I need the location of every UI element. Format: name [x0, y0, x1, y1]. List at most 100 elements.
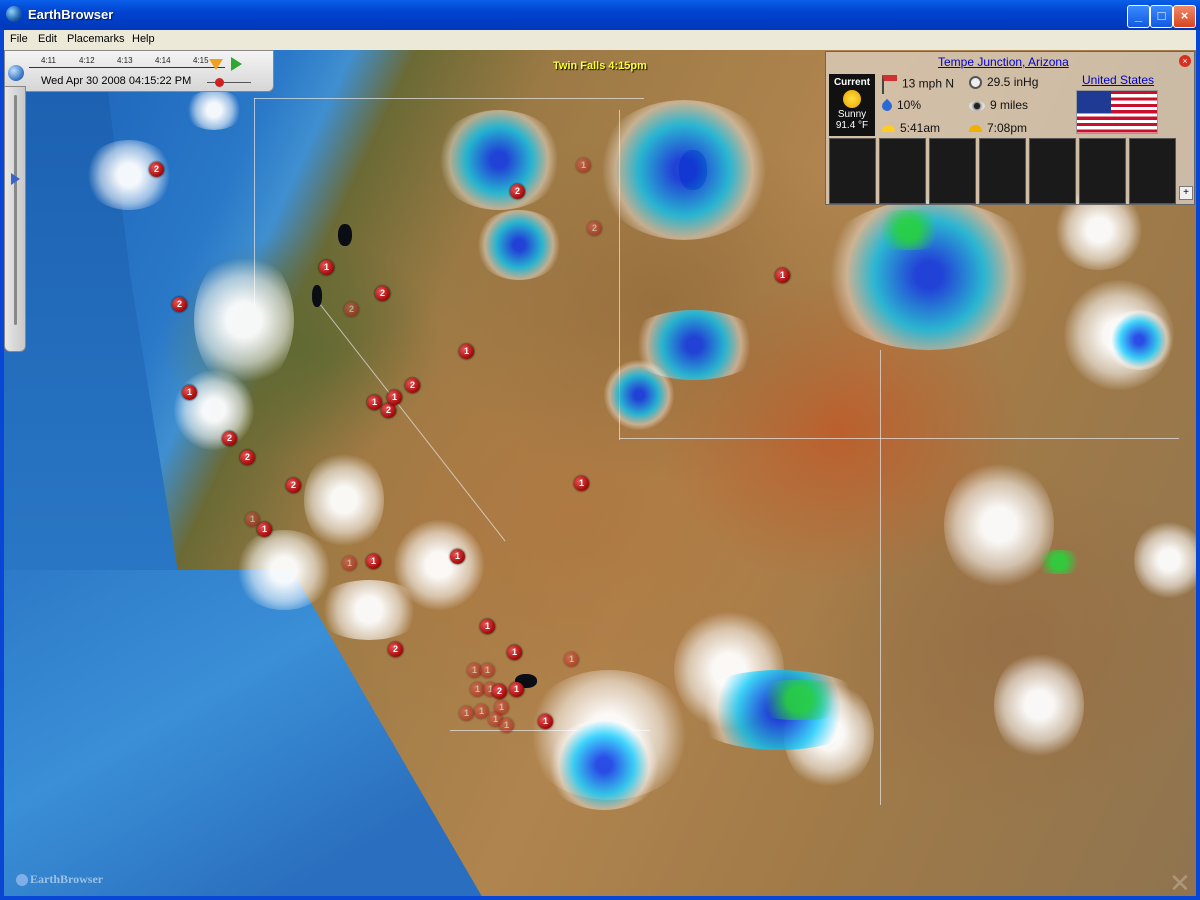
maximize-button[interactable]: □ — [1150, 5, 1173, 28]
us-flag-icon — [1076, 90, 1158, 134]
speed-slider[interactable] — [207, 82, 251, 83]
placemark-marker[interactable]: 2 — [388, 642, 403, 657]
time-tick: 4:11 — [41, 56, 56, 65]
globe-icon — [16, 874, 28, 887]
placemark-marker[interactable]: 1 — [538, 714, 553, 729]
placemark-marker[interactable]: 1 — [450, 549, 465, 564]
time-tick: 4:15 — [193, 56, 209, 65]
radar-precipitation — [544, 720, 664, 810]
placemark-marker[interactable]: 1 — [459, 706, 474, 721]
close-overlay-icon[interactable]: ✕ — [1169, 868, 1191, 896]
humidity-value: 10% — [897, 98, 922, 112]
weather-panel: Tempe Junction, Arizona United States × … — [825, 51, 1195, 205]
zoom-rail — [4, 86, 26, 352]
placemark-marker[interactable]: 1 — [574, 476, 589, 491]
zoom-thumb[interactable] — [11, 173, 20, 185]
window-title: EarthBrowser — [28, 7, 114, 22]
radar-rain-green — [1034, 550, 1084, 574]
state-border — [619, 438, 1179, 439]
sunrise-icon — [882, 125, 895, 133]
placemark-marker[interactable]: 1 — [507, 645, 522, 660]
placemark-marker[interactable]: 1 — [509, 682, 524, 697]
placemark-marker[interactable]: 1 — [480, 619, 495, 634]
placemark-marker[interactable]: 1 — [499, 718, 514, 733]
placemark-marker[interactable]: 2 — [510, 184, 525, 199]
radar-precipitation — [434, 110, 564, 210]
navigation-globe-icon[interactable] — [8, 65, 24, 81]
placemark-marker[interactable]: 2 — [492, 684, 507, 699]
sunset-value: 7:08pm — [987, 121, 1028, 135]
current-datetime: Wed Apr 30 2008 04:15:22 PM — [41, 75, 192, 87]
menu-help[interactable]: Help — [132, 33, 155, 45]
state-border — [880, 350, 881, 805]
zoom-track[interactable] — [14, 95, 17, 325]
forecast-day-slot[interactable] — [1029, 138, 1076, 204]
condition-text: Sunny — [837, 109, 867, 120]
placemark-marker[interactable]: 1 — [257, 522, 272, 537]
placemark-marker[interactable]: 1 — [342, 556, 357, 571]
title-bar: EarthBrowser _ □ × — [0, 0, 1200, 30]
cloud-cover — [394, 520, 484, 610]
weather-close-icon[interactable]: × — [1179, 55, 1191, 67]
window-frame — [0, 896, 1200, 900]
wind-value: 13 mph N — [902, 76, 955, 91]
placemark-marker[interactable]: 1 — [564, 652, 579, 667]
placemark-marker[interactable]: 2 — [587, 221, 602, 236]
placemark-marker[interactable]: 1 — [480, 663, 495, 678]
placemark-marker[interactable]: 1 — [494, 700, 509, 715]
play-button[interactable] — [231, 57, 242, 71]
cloud-cover — [174, 370, 254, 450]
time-ruler[interactable] — [29, 67, 225, 68]
menu-edit[interactable]: Edit — [38, 33, 57, 45]
forecast-day-slot[interactable] — [1079, 138, 1126, 204]
placemark-marker[interactable]: 2 — [222, 431, 237, 446]
placemark-marker[interactable]: 1 — [367, 395, 382, 410]
close-button[interactable]: × — [1173, 5, 1196, 28]
placemark-marker[interactable]: 2 — [149, 162, 164, 177]
expand-panel-button[interactable]: + — [1179, 186, 1193, 200]
forecast-day-slot[interactable] — [879, 138, 926, 204]
wind-flag-icon — [882, 75, 897, 94]
city-time-label[interactable]: Twin Falls 4:15pm — [553, 60, 647, 72]
time-cursor-icon[interactable] — [209, 59, 223, 70]
menu-placemarks[interactable]: Placemarks — [67, 33, 124, 45]
placemark-marker[interactable]: 2 — [375, 286, 390, 301]
placemark-marker[interactable]: 1 — [387, 390, 402, 405]
minimize-button[interactable]: _ — [1127, 5, 1150, 28]
speed-slider-thumb[interactable] — [215, 78, 224, 87]
placemark-marker[interactable]: 1 — [775, 268, 790, 283]
placemark-marker[interactable]: 1 — [576, 158, 591, 173]
humidity-drop-icon — [879, 98, 895, 113]
visibility-row: 9 miles — [969, 98, 1028, 112]
forecast-day-slot[interactable] — [929, 138, 976, 204]
menu-file[interactable]: File — [10, 33, 28, 45]
placemark-marker[interactable]: 2 — [344, 302, 359, 317]
placemark-marker[interactable]: 1 — [474, 704, 489, 719]
cloud-cover — [1134, 520, 1196, 600]
placemark-marker[interactable]: 1 — [319, 260, 334, 275]
radar-precipitation — [594, 100, 774, 240]
placemark-marker[interactable]: 2 — [172, 297, 187, 312]
window-frame — [1196, 30, 1200, 900]
placemark-marker[interactable]: 1 — [245, 512, 260, 527]
placemark-marker[interactable]: 2 — [381, 403, 396, 418]
weather-location-link[interactable]: Tempe Junction, Arizona — [938, 55, 1069, 69]
placemark-marker[interactable]: 1 — [366, 554, 381, 569]
earthbrowser-watermark: EarthBrowser — [16, 872, 103, 887]
weather-country-link[interactable]: United States — [1082, 73, 1154, 87]
placemark-marker[interactable]: 2 — [405, 378, 420, 393]
forecast-day-slot[interactable] — [1129, 138, 1176, 204]
time-slider-panel: 4:11 4:12 4:13 4:14 4:15 Wed Apr 30 2008… — [4, 50, 274, 92]
forecast-day-slot[interactable] — [979, 138, 1026, 204]
radar-precipitation — [1104, 310, 1174, 370]
placemark-marker[interactable]: 1 — [459, 344, 474, 359]
forecast-day-slot[interactable] — [829, 138, 876, 204]
placemark-marker[interactable]: 2 — [240, 450, 255, 465]
placemark-marker[interactable]: 1 — [182, 385, 197, 400]
wind-row: 13 mph N — [882, 75, 954, 94]
cloud-cover — [994, 650, 1084, 760]
cloud-cover — [194, 250, 294, 390]
time-tick: 4:14 — [155, 56, 171, 65]
cloud-cover — [304, 450, 384, 550]
placemark-marker[interactable]: 2 — [286, 478, 301, 493]
